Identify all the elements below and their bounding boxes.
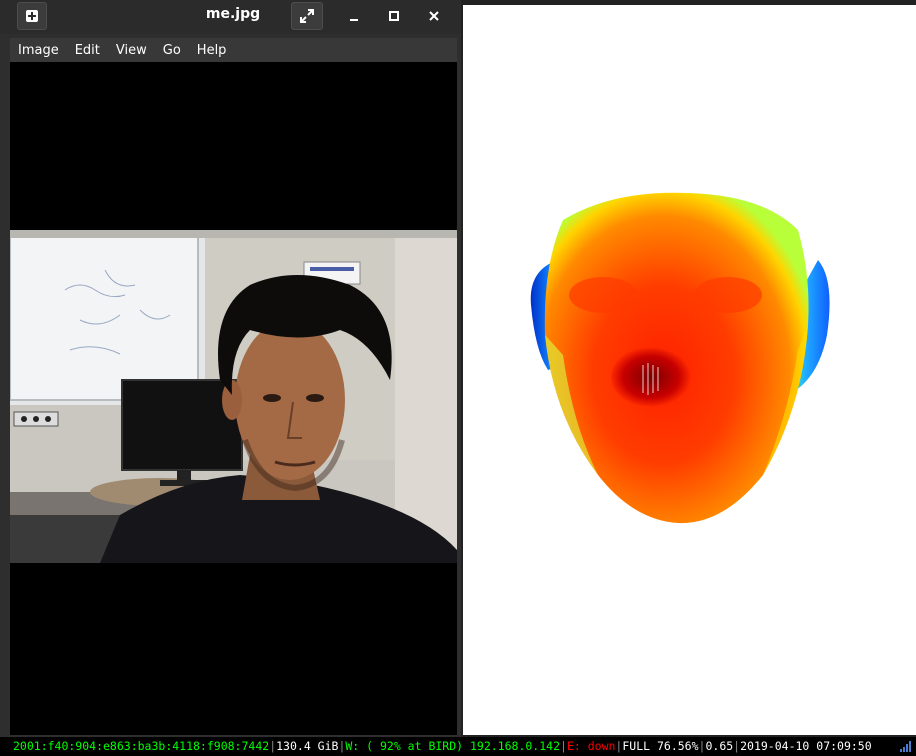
menu-help[interactable]: Help	[189, 43, 235, 58]
face-mesh-render	[530, 192, 830, 524]
menu-view[interactable]: View	[108, 43, 155, 58]
minimize-icon	[350, 19, 358, 21]
new-tab-button[interactable]	[17, 2, 47, 30]
menu-image[interactable]: Image	[10, 43, 67, 58]
status-bar: 2001:f40:904:e863:ba3b:4118:f908:7442|13…	[0, 737, 916, 756]
maximize-button[interactable]	[379, 2, 409, 30]
ipv6-status: 2001:f40:904:e863:ba3b:4118:f908:7442	[13, 739, 270, 753]
wifi-status: W: ( 92% at BIRD) 192.168.0.142	[345, 739, 561, 753]
signal-icon	[900, 741, 911, 752]
disk-status: 130.4 GiB	[276, 739, 339, 753]
ethernet-status: E: down	[566, 739, 616, 753]
close-icon	[429, 11, 439, 21]
battery-status: FULL 76.56%	[622, 739, 699, 753]
fullscreen-icon	[300, 9, 314, 23]
title-bar: me.jpg	[0, 0, 461, 34]
load-status: 0.65	[705, 739, 734, 753]
fullscreen-button[interactable]	[291, 2, 323, 30]
render-window[interactable]	[463, 5, 916, 735]
datetime-status: 2019-04-10 07:09:50	[740, 739, 872, 753]
image-viewer-window: me.jpg Image Edit View Go Help	[0, 0, 461, 737]
menu-edit[interactable]: Edit	[67, 43, 108, 58]
maximize-icon	[389, 11, 399, 21]
new-tab-icon	[26, 10, 38, 22]
menu-bar: Image Edit View Go Help	[10, 38, 457, 62]
window-title: me.jpg	[205, 6, 261, 22]
menu-go[interactable]: Go	[155, 43, 189, 58]
minimize-button[interactable]	[339, 2, 369, 30]
close-button[interactable]	[419, 2, 449, 30]
displayed-photo	[10, 230, 457, 563]
image-canvas[interactable]	[10, 62, 457, 735]
